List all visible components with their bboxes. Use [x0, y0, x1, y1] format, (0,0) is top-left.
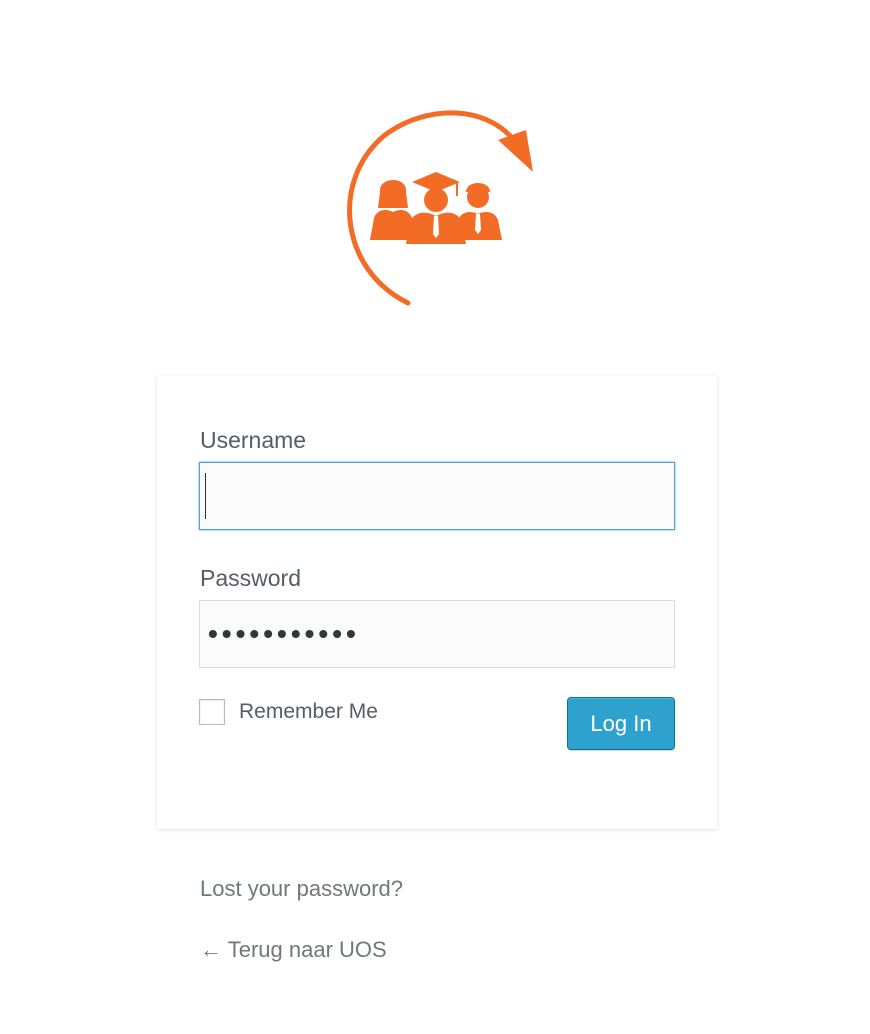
- remember-me-checkbox[interactable]: [199, 699, 225, 725]
- password-input[interactable]: •••••••••••: [199, 600, 675, 668]
- lost-password-link[interactable]: Lost your password?: [200, 876, 403, 902]
- site-logo[interactable]: [330, 100, 550, 310]
- remember-me-control[interactable]: Remember Me: [199, 699, 378, 725]
- back-to-site-label: Terug naar UOS: [227, 937, 387, 962]
- back-to-site-link[interactable]: ← Terug naar UOS: [200, 937, 387, 963]
- remember-me-label[interactable]: Remember Me: [239, 700, 378, 724]
- username-label: Username: [200, 427, 307, 453]
- login-button[interactable]: Log In: [567, 697, 675, 750]
- left-arrow-icon: ←: [200, 937, 222, 962]
- login-form: Username Password ••••••••••• Remember M…: [157, 376, 717, 829]
- text-caret: [205, 473, 206, 519]
- password-label: Password: [200, 565, 301, 591]
- graduates-arrow-icon: [347, 110, 533, 306]
- username-input[interactable]: [199, 462, 675, 530]
- login-page: Username Password ••••••••••• Remember M…: [0, 0, 870, 1034]
